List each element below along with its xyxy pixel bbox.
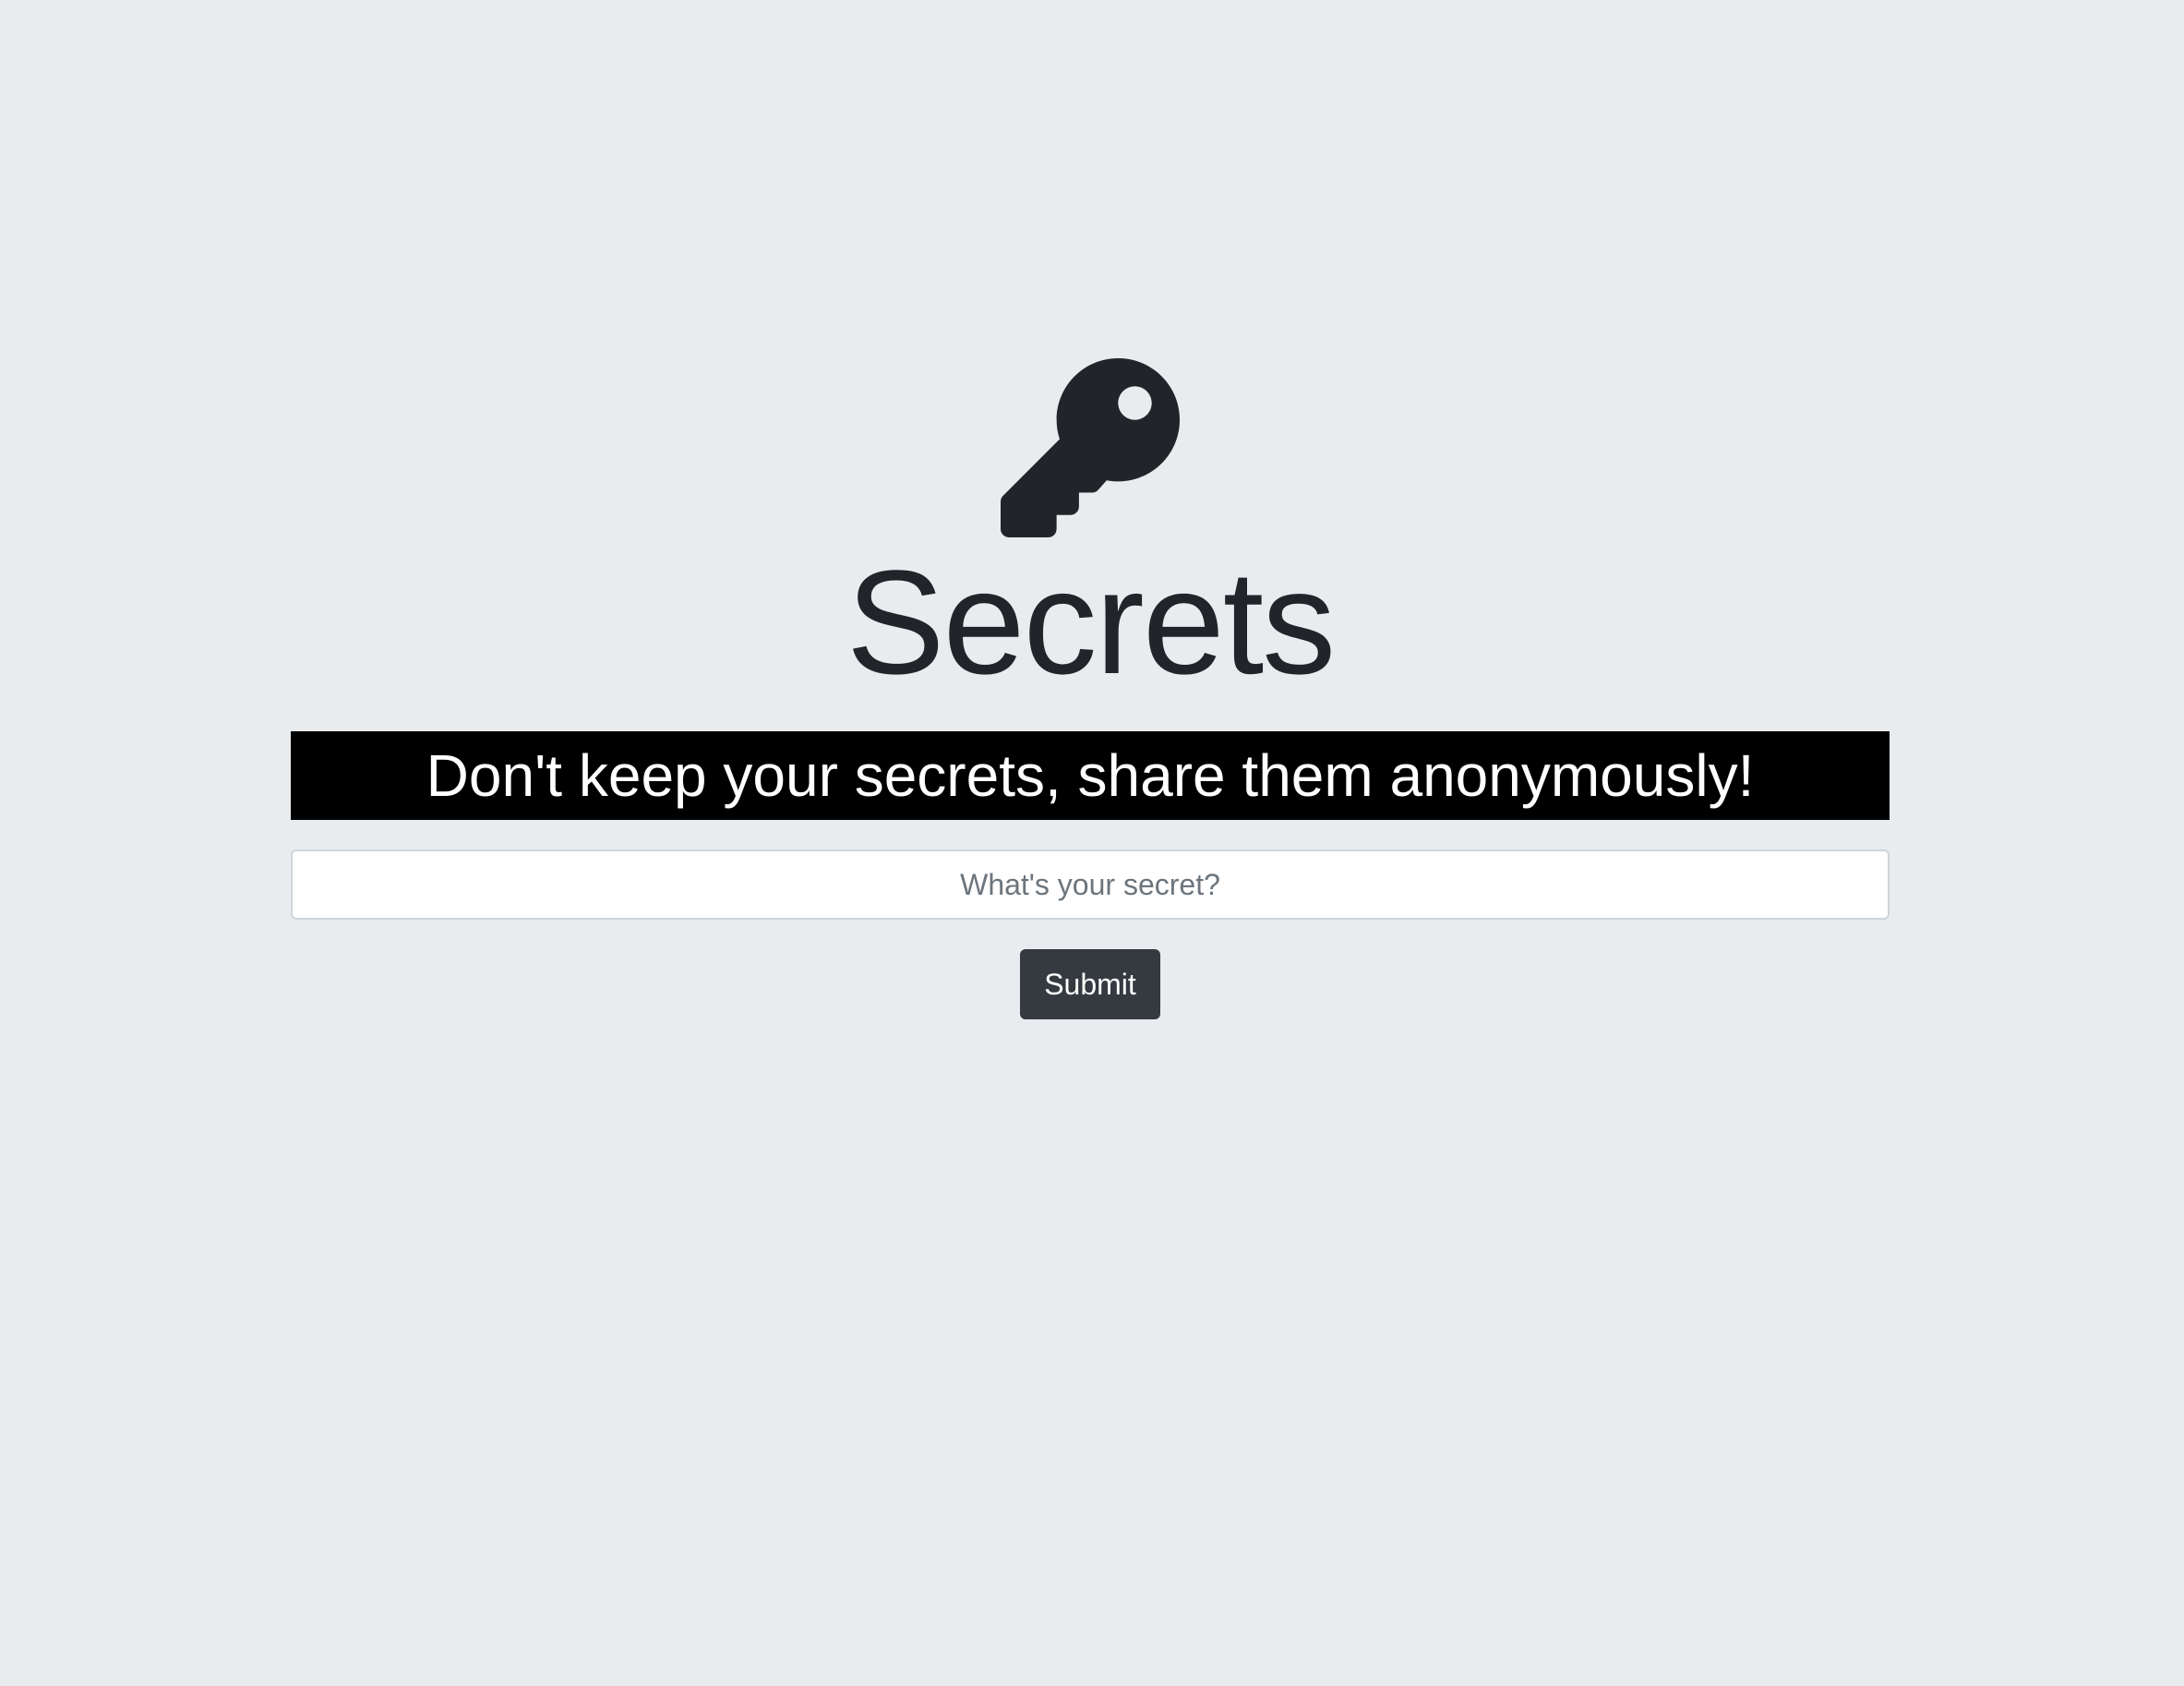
hero-section: Secrets Don't keep your secrets, share t… <box>291 358 1890 1019</box>
secret-input[interactable] <box>291 849 1890 920</box>
submit-button[interactable]: Submit <box>1020 949 1160 1019</box>
key-icon <box>1001 358 1180 537</box>
page-title: Secrets <box>846 539 1336 705</box>
secret-form: Submit <box>291 849 1890 1019</box>
tagline-banner: Don't keep your secrets, share them anon… <box>291 731 1890 820</box>
